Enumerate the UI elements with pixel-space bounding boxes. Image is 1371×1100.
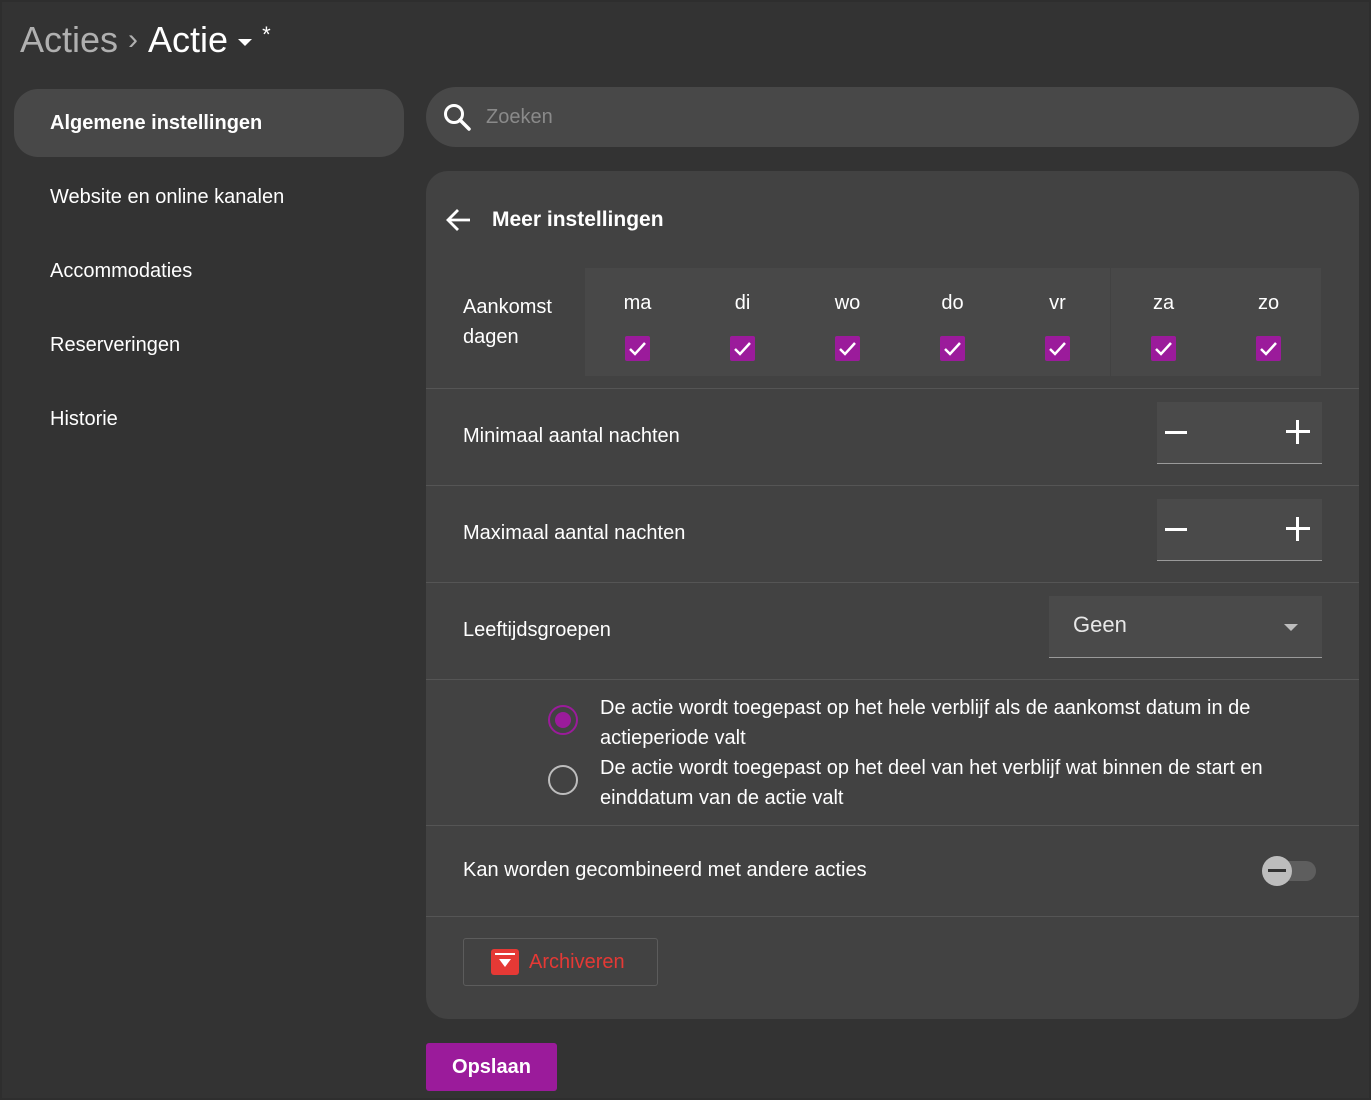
day-checkbox[interactable] xyxy=(835,336,860,361)
max-nights-stepper[interactable] xyxy=(1157,499,1322,561)
toggle-knob[interactable] xyxy=(1262,856,1292,886)
radio-label: De actie wordt toegepast op het deel van… xyxy=(600,757,1263,809)
age-groups-label: Leeftijdsgroepen xyxy=(463,619,611,641)
search-input[interactable] xyxy=(486,105,1306,129)
breadcrumb-separator: › xyxy=(128,23,139,56)
settings-panel: Meer instellingen Aankomst dagen ma di w… xyxy=(426,171,1359,1019)
day-label: ma xyxy=(623,292,652,314)
sidebar-item-label: Reserveringen xyxy=(50,333,181,356)
sidebar: Algemene instellingen Website en online … xyxy=(14,89,404,459)
apply-option-partial-stay[interactable]: De actie wordt toegepast op het deel van… xyxy=(548,753,1328,813)
plus-icon[interactable] xyxy=(1286,420,1310,444)
search-bar xyxy=(426,87,1359,147)
age-groups-select[interactable]: Geen xyxy=(1049,596,1322,658)
combine-toggle[interactable] xyxy=(1262,856,1316,886)
apply-options-row: De actie wordt toegepast op het hele ver… xyxy=(426,679,1359,825)
day-label: zo xyxy=(1257,292,1280,314)
sidebar-item-label: Website en online kanalen xyxy=(50,185,285,208)
day-label: vr xyxy=(1049,292,1066,314)
day-zo[interactable]: zo xyxy=(1216,268,1321,376)
age-groups-value: Geen xyxy=(1073,612,1127,637)
day-ma[interactable]: ma xyxy=(585,268,690,376)
breadcrumb-current[interactable]: Actie xyxy=(148,19,228,61)
caret-down-icon xyxy=(1284,624,1298,631)
arrival-days-label-line: dagen xyxy=(463,326,519,348)
arrival-days-label: Aankomst dagen xyxy=(463,292,552,352)
sidebar-item-label: Historie xyxy=(50,407,118,430)
minus-icon[interactable] xyxy=(1165,518,1187,540)
archive-icon xyxy=(491,949,519,975)
max-nights-row: Maximaal aantal nachten xyxy=(426,485,1359,582)
panel-title: Meer instellingen xyxy=(492,207,664,231)
arrow-left-icon[interactable] xyxy=(444,205,474,235)
breadcrumb-parent[interactable]: Acties xyxy=(20,19,118,61)
sidebar-item-website[interactable]: Website en online kanalen xyxy=(14,163,404,231)
day-label: wo xyxy=(834,292,861,314)
archive-label: Archiveren xyxy=(529,950,625,973)
age-groups-row: Leeftijdsgroepen Geen xyxy=(426,582,1359,679)
day-do[interactable]: do xyxy=(900,268,1005,376)
day-checkbox[interactable] xyxy=(940,336,965,361)
arrival-days-row: Aankomst dagen ma di wo do vr za zo xyxy=(426,268,1359,388)
day-label: za xyxy=(1152,292,1175,314)
archive-row: Archiveren xyxy=(426,916,1359,1019)
max-nights-label: Maximaal aantal nachten xyxy=(463,522,686,544)
breadcrumb: Acties › Actie * xyxy=(20,16,271,64)
min-nights-label: Minimaal aantal nachten xyxy=(463,425,680,447)
radio-button[interactable] xyxy=(548,705,578,735)
apply-option-whole-stay[interactable]: De actie wordt toegepast op het hele ver… xyxy=(548,693,1328,753)
unsaved-indicator: * xyxy=(262,22,271,47)
day-checkbox[interactable] xyxy=(1151,336,1176,361)
sidebar-item-reserveringen[interactable]: Reserveringen xyxy=(14,311,404,379)
day-vr[interactable]: vr xyxy=(1005,268,1110,376)
day-checkbox[interactable] xyxy=(1045,336,1070,361)
arrival-days-label-line: Aankomst xyxy=(463,296,552,318)
min-nights-row: Minimaal aantal nachten xyxy=(426,388,1359,485)
panel-header: Meer instellingen xyxy=(426,171,1359,268)
sidebar-item-historie[interactable]: Historie xyxy=(14,385,404,453)
plus-icon[interactable] xyxy=(1286,517,1310,541)
combine-label: Kan worden gecombineerd met andere actie… xyxy=(463,859,867,881)
day-checkbox[interactable] xyxy=(730,336,755,361)
save-button[interactable]: Opslaan xyxy=(426,1043,557,1091)
day-za[interactable]: za xyxy=(1111,268,1216,376)
radio-button[interactable] xyxy=(548,765,578,795)
search-icon xyxy=(442,102,472,132)
day-wo[interactable]: wo xyxy=(795,268,900,376)
caret-down-icon[interactable] xyxy=(238,38,253,46)
day-label: do xyxy=(941,292,964,314)
day-di[interactable]: di xyxy=(690,268,795,376)
radio-label: De actie wordt toegepast op het hele ver… xyxy=(600,697,1251,749)
sidebar-item-accommodaties[interactable]: Accommodaties xyxy=(14,237,404,305)
day-label: di xyxy=(734,292,751,314)
day-checkbox[interactable] xyxy=(1256,336,1281,361)
minus-icon[interactable] xyxy=(1165,421,1187,443)
day-checkbox[interactable] xyxy=(625,336,650,361)
archive-button[interactable]: Archiveren xyxy=(463,938,658,986)
sidebar-item-label: Accommodaties xyxy=(50,259,193,282)
min-nights-stepper[interactable] xyxy=(1157,402,1322,464)
sidebar-item-label: Algemene instellingen xyxy=(50,111,263,134)
combine-row: Kan worden gecombineerd met andere actie… xyxy=(426,825,1359,916)
sidebar-item-algemene-instellingen[interactable]: Algemene instellingen xyxy=(14,89,404,157)
